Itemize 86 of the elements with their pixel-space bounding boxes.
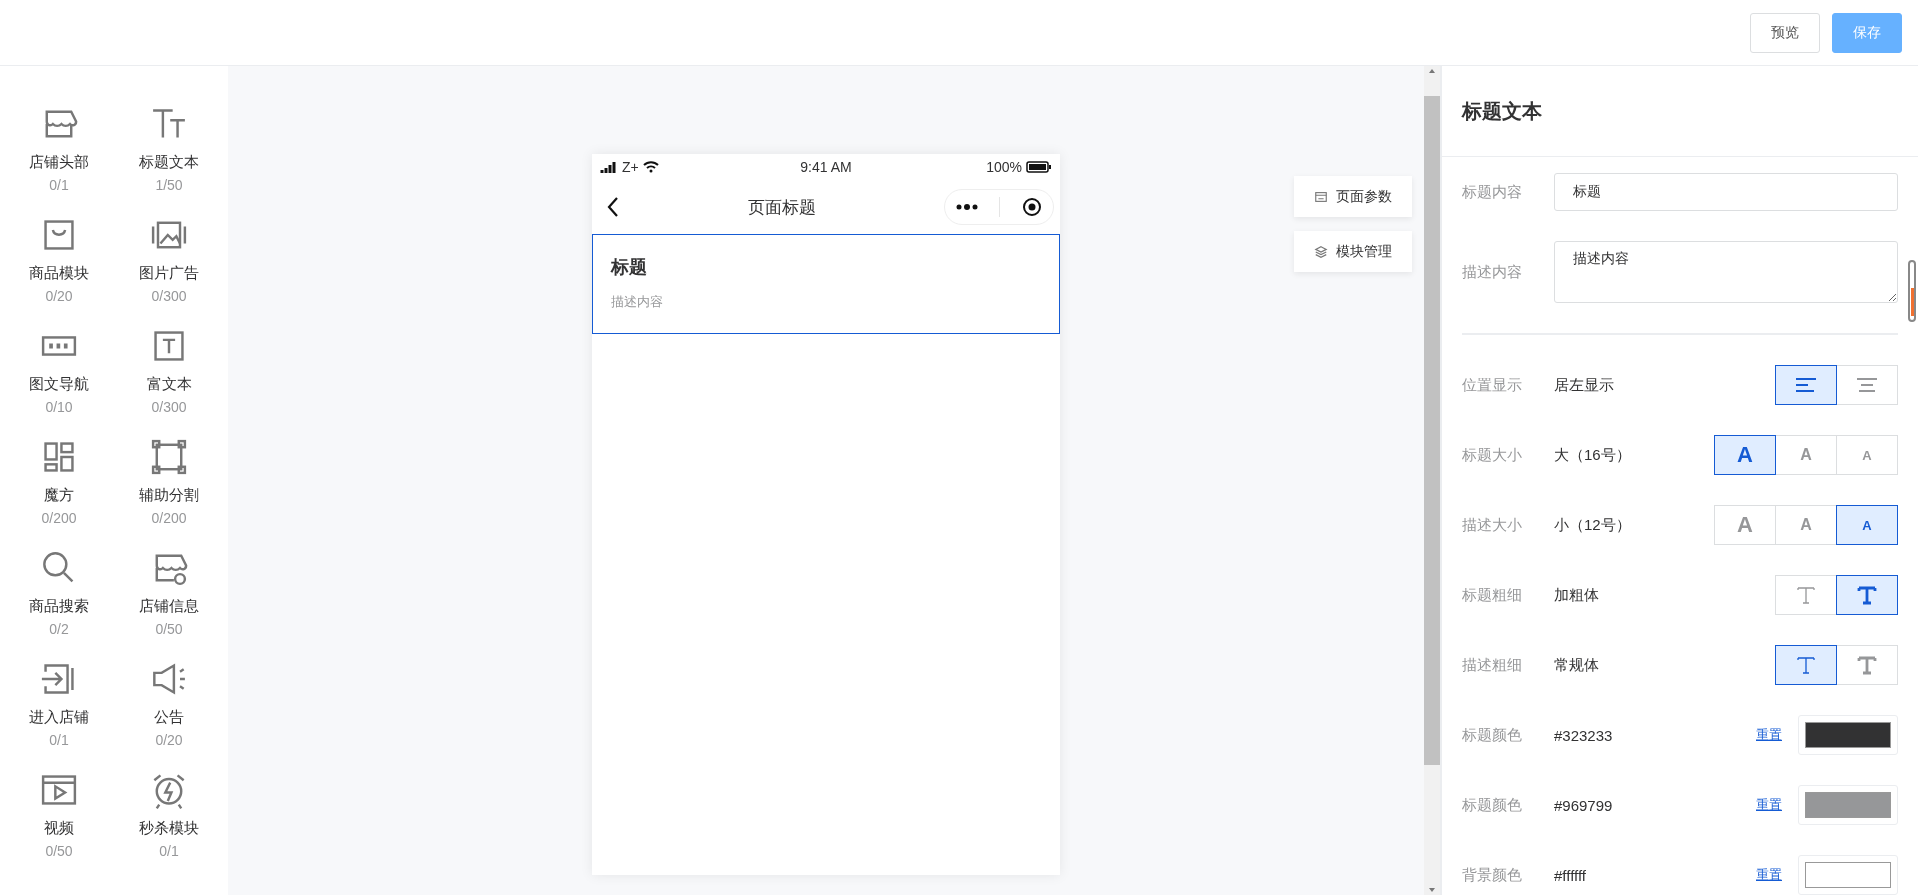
back-icon [606,196,620,218]
component-label[interactable]: 进入店铺 [29,708,89,727]
page-settings-button[interactable]: 页面参数 [1294,176,1412,217]
component-count: 0/300 [151,288,187,304]
color-picker[interactable] [1798,855,1898,895]
color-picker[interactable] [1798,715,1898,755]
letter-t-icon [1796,585,1816,605]
letter-t-icon [1857,655,1877,675]
block-description: 描述内容 [611,293,664,311]
battery-text: 100% [986,159,1022,175]
option-button[interactable]: A [1714,435,1776,475]
component-count: 0/200 [41,510,77,526]
preview-button[interactable]: 预览 [1750,12,1820,53]
reset-link[interactable]: 重置 [1756,726,1782,744]
color-picker[interactable] [1798,785,1898,825]
component-label[interactable]: 标题文本 [139,153,199,172]
setting-value: #ffffff [1554,866,1587,884]
setting-label: 背景颜色 [1462,865,1523,885]
description-field[interactable]: 描述内容 [1554,241,1898,303]
component-label[interactable]: 商品模块 [29,264,89,283]
component-count: 0/1 [49,177,69,193]
option-button[interactable] [1775,645,1837,685]
component-count: 0/200 [151,510,187,526]
setting-value: 居左显示 [1554,375,1615,395]
setting-value: 常规体 [1554,655,1600,675]
wifi-icon [642,161,659,173]
title-field[interactable]: 标题 [1554,173,1898,211]
component-label[interactable]: 辅助分割 [139,486,199,505]
status-time: 9:41 AM [800,159,852,175]
option-button[interactable]: A [1836,505,1898,545]
setting-label: 标题颜色 [1462,725,1523,745]
title-block[interactable]: 标题 描述内容 [592,234,1060,334]
align-left-icon [1795,377,1817,393]
component-count: 0/300 [151,399,187,415]
align-center-icon [1856,377,1878,393]
page-title: 页面标题 [748,196,816,219]
component-label[interactable]: 富文本 [146,375,192,394]
panel-title: 标题文本 [1442,66,1918,157]
field-label: 标题内容 [1462,182,1523,202]
component-label[interactable]: 秒杀模块 [139,819,199,838]
setting-label: 标题颜色 [1462,795,1523,815]
signal-icon [600,161,618,173]
setting-value: #969799 [1554,796,1614,814]
carrier-text: Z+ [622,159,639,175]
component-count: 0/50 [155,621,183,637]
block-title: 标题 [611,256,648,279]
setting-value: #323233 [1554,726,1614,744]
component-count: 1/50 [155,177,183,193]
letter-t-icon [1857,585,1877,605]
reset-link[interactable]: 重置 [1756,796,1782,814]
component-count: 0/1 [159,843,179,859]
setting-label: 描述大小 [1462,515,1523,535]
component-count: 0/50 [45,843,73,859]
reset-link[interactable]: 重置 [1756,866,1782,884]
window-icon [1314,189,1328,204]
component-label[interactable]: 图片广告 [139,264,199,283]
layers-icon [1314,244,1328,259]
component-count: 0/1 [49,732,69,748]
setting-label: 标题大小 [1462,445,1523,465]
letter-t-icon [1796,655,1816,675]
more-icon [955,203,978,211]
component-count: 0/2 [49,621,69,637]
setting-label: 位置显示 [1462,375,1523,395]
setting-value: 大（16号） [1554,445,1632,465]
component-count: 0/20 [155,732,183,748]
component-label[interactable]: 视频 [44,819,74,838]
target-icon [1022,197,1043,217]
component-count: 0/20 [45,288,73,304]
component-label[interactable]: 魔方 [44,486,74,505]
component-label[interactable]: 店铺信息 [139,597,199,616]
scroll-indicator [1908,260,1916,322]
field-label: 描述内容 [1462,262,1523,282]
component-count: 0/10 [45,399,73,415]
component-label[interactable]: 商品搜索 [29,597,89,616]
setting-label: 描述粗细 [1462,655,1523,675]
setting-value: 小（12号） [1554,515,1632,535]
component-label[interactable]: 店铺头部 [29,153,89,172]
battery-icon [1026,161,1052,173]
setting-value: 加粗体 [1554,585,1600,605]
option-button[interactable] [1836,575,1898,615]
component-label[interactable]: 公告 [154,708,184,727]
component-label[interactable]: 图文导航 [29,375,89,394]
scrollbar[interactable] [1424,66,1440,895]
module-manage-button[interactable]: 模块管理 [1294,231,1412,272]
option-button[interactable] [1775,365,1837,405]
setting-label: 标题粗细 [1462,585,1523,605]
